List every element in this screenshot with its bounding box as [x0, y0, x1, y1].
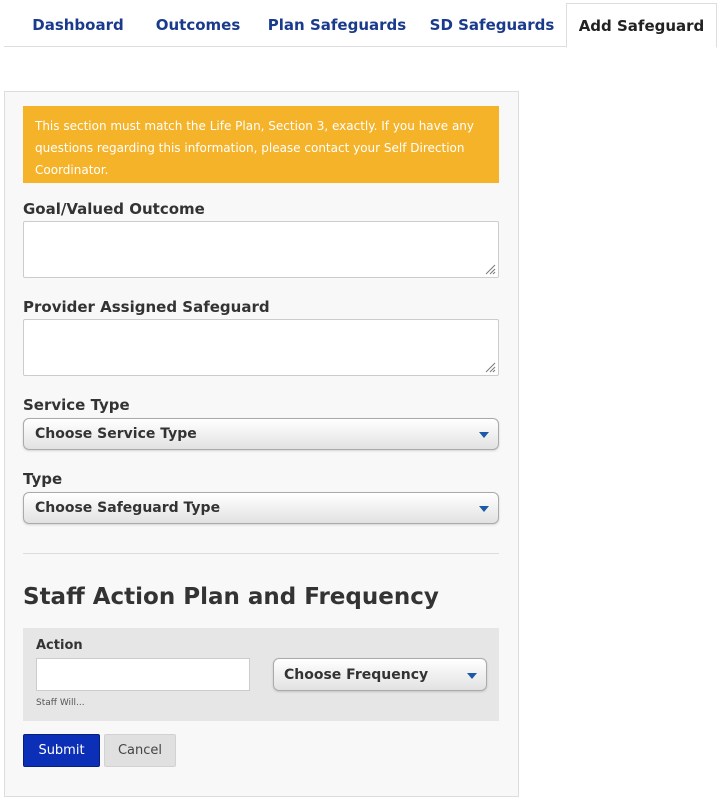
- resize-grip-icon[interactable]: [485, 264, 496, 275]
- service-type-select[interactable]: Choose Service Type: [23, 418, 499, 450]
- cancel-button[interactable]: Cancel: [104, 734, 176, 767]
- tab-add-safeguard[interactable]: Add Safeguard: [566, 3, 717, 48]
- tab-outcomes[interactable]: Outcomes: [152, 3, 244, 47]
- service-type-label: Service Type: [23, 396, 130, 414]
- action-label: Action: [36, 638, 83, 653]
- safeguard-type-select[interactable]: Choose Safeguard Type: [23, 492, 499, 524]
- action-help-text: Staff Will...: [36, 698, 85, 708]
- tab-plan-safeguards[interactable]: Plan Safeguards: [258, 3, 416, 47]
- chevron-down-icon: [479, 432, 489, 438]
- tab-bar: Dashboard Outcomes Plan Safeguards SD Sa…: [4, 3, 717, 48]
- service-type-selected: Choose Service Type: [35, 426, 197, 442]
- submit-button[interactable]: Submit: [23, 734, 100, 767]
- life-plan-notice: This section must match the Life Plan, S…: [23, 106, 499, 183]
- tab-sd-safeguards[interactable]: SD Safeguards: [422, 3, 562, 47]
- action-plan-row: Action Staff Will... Choose Frequency: [23, 628, 499, 721]
- frequency-selected: Choose Frequency: [284, 666, 429, 683]
- action-input[interactable]: [36, 658, 250, 691]
- section-divider: [23, 553, 499, 554]
- safeguard-type-selected: Choose Safeguard Type: [35, 500, 221, 516]
- type-label: Type: [23, 470, 63, 488]
- resize-grip-icon[interactable]: [485, 362, 496, 373]
- provider-safeguard-textarea[interactable]: [23, 319, 499, 376]
- frequency-select[interactable]: Choose Frequency: [273, 658, 487, 691]
- goal-textarea[interactable]: [23, 221, 499, 278]
- action-plan-title: Staff Action Plan and Frequency: [23, 584, 439, 610]
- tab-dashboard[interactable]: Dashboard: [4, 3, 152, 47]
- chevron-down-icon: [467, 673, 477, 679]
- goal-label: Goal/Valued Outcome: [23, 200, 205, 218]
- chevron-down-icon: [479, 506, 489, 512]
- provider-safeguard-label: Provider Assigned Safeguard: [23, 298, 270, 316]
- add-safeguard-panel: This section must match the Life Plan, S…: [4, 91, 519, 797]
